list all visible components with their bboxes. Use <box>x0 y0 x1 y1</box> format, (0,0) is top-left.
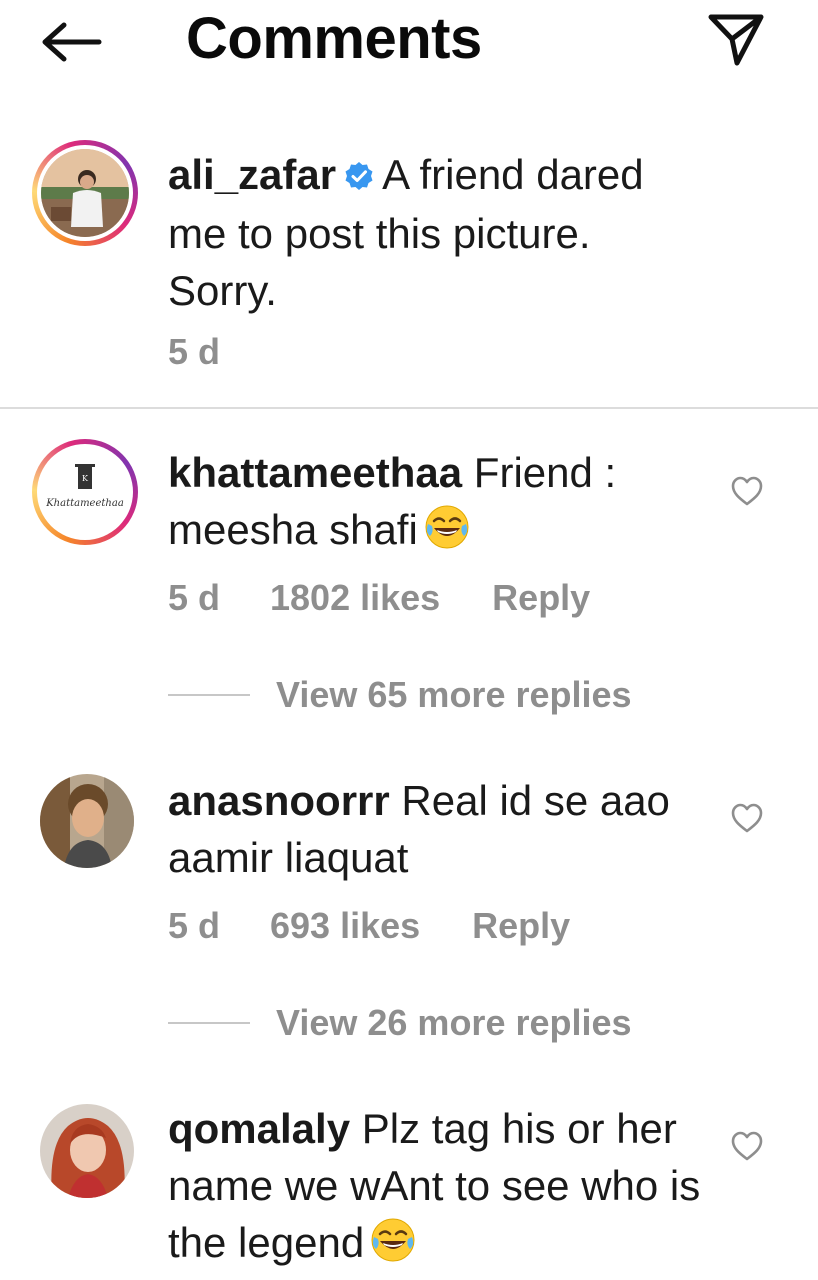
post-caption: ali_zafar A friend dared me to post this … <box>0 120 818 408</box>
avatar-photo <box>41 149 129 237</box>
likes-count[interactable]: 1802 likes <box>270 578 440 618</box>
heart-icon[interactable] <box>730 475 764 507</box>
comment-text: khattameethaa Friend : meesha shafi <box>168 444 708 564</box>
face-with-tears-of-joy-icon <box>424 504 470 564</box>
header: Comments <box>0 0 818 84</box>
comment-username[interactable]: anasnoorrr <box>168 777 390 824</box>
comment-username[interactable]: khattameethaa <box>168 449 462 496</box>
avatar-photo <box>40 1104 134 1198</box>
replies-divider-line <box>168 1022 250 1024</box>
reply-button[interactable]: Reply <box>472 906 570 946</box>
timestamp: 5 d <box>168 905 221 946</box>
caption-text: ali_zafar A friend dared me to post this … <box>168 146 708 319</box>
back-button[interactable] <box>36 10 108 74</box>
face-with-tears-of-joy-icon <box>370 1217 416 1277</box>
caption-username[interactable]: ali_zafar <box>168 151 336 198</box>
avatar[interactable] <box>40 774 134 868</box>
avatar-photo <box>40 774 134 868</box>
heart-icon[interactable] <box>730 802 764 834</box>
page-title: Comments <box>186 6 482 71</box>
comment-text: anasnoorrr Real id se aao aamir liaquat <box>168 772 708 886</box>
comment-meta: 5 d 1802 likes Reply <box>168 578 590 618</box>
share-button[interactable] <box>700 6 772 74</box>
avatar[interactable] <box>40 1104 134 1198</box>
verified-badge-icon <box>344 148 374 205</box>
view-replies-button[interactable]: View 26 more replies <box>168 1002 632 1043</box>
arrow-left-icon <box>42 22 102 62</box>
view-replies-label: View 26 more replies <box>276 1002 632 1043</box>
avatar[interactable]: K Khattameethaa <box>32 439 138 545</box>
caption-meta: 5 d <box>168 332 270 372</box>
comment-username[interactable]: qomalaly <box>168 1105 350 1152</box>
avatar[interactable] <box>32 140 138 246</box>
likes-count[interactable]: 693 likes <box>270 906 420 946</box>
avatar-logo: K Khattameethaa <box>41 448 129 536</box>
heart-icon[interactable] <box>730 1130 764 1162</box>
avatar-brand-text: Khattameethaa <box>46 498 124 509</box>
replies-divider-line <box>168 694 250 696</box>
comments-screen: Comments ali_zafar A friend dared me to … <box>0 0 818 1280</box>
timestamp: 5 d <box>168 577 221 618</box>
reply-button[interactable]: Reply <box>492 578 590 618</box>
comment-meta: 5 d 693 likes Reply <box>168 906 570 946</box>
paper-plane-icon <box>708 14 764 66</box>
view-replies-label: View 65 more replies <box>276 674 632 715</box>
timestamp: 5 d <box>168 331 221 372</box>
divider <box>0 407 818 409</box>
svg-text:K: K <box>82 474 89 483</box>
view-replies-button[interactable]: View 65 more replies <box>168 674 632 715</box>
comment-text: qomalaly Plz tag his or her name we wAnt… <box>168 1100 708 1277</box>
